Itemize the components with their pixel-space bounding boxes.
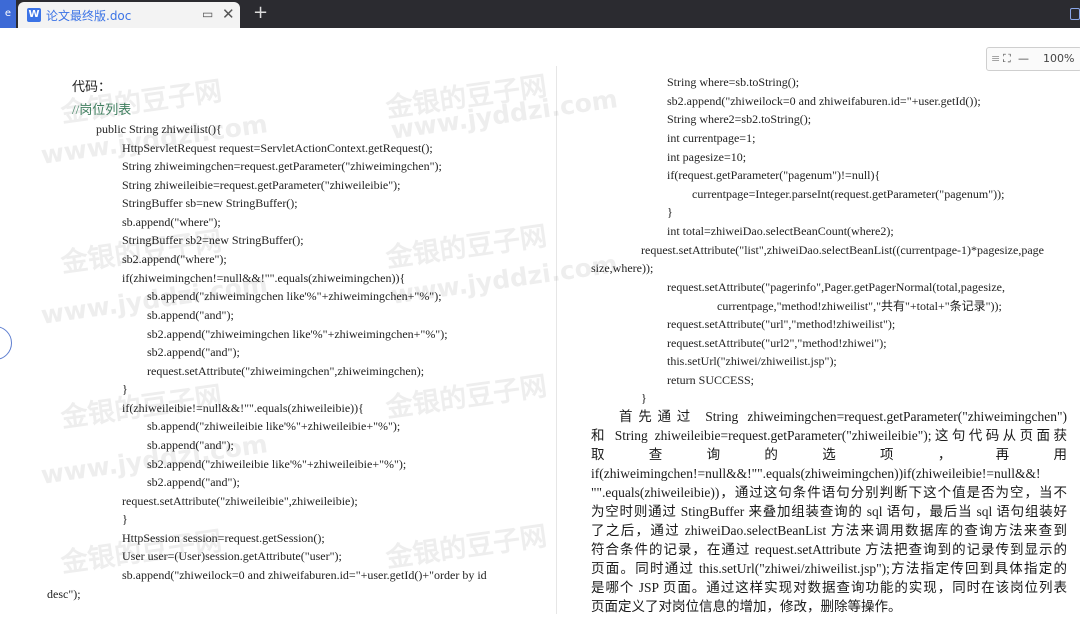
code-line: return SUCCESS;: [667, 373, 755, 387]
code-line: if(zhiweimingchen!=null&&!"".equals(zhiw…: [122, 271, 406, 285]
code-line: sb2.append("where");: [122, 252, 227, 266]
column-divider: [556, 66, 557, 614]
code-line: currentpage=Integer.parseInt(request.get…: [692, 187, 1005, 201]
paragraph-line: 是哪个 JSP 页面。通过这样实现对数据查询功能的实现，同时在该岗位列表: [591, 580, 1067, 595]
code-line: String where=sb.toString();: [667, 75, 800, 89]
code-line: sb2.append("and");: [147, 345, 240, 359]
code-line: sb2.append("zhiweileibie like'%"+zhiweil…: [147, 457, 407, 471]
app-icon: e: [4, 8, 12, 19]
code-comment: //岗位列表: [72, 102, 132, 117]
code-line: currentpage,"method!zhiweilist","共有"+tot…: [717, 299, 1002, 313]
code-line: StringBuffer sb=new StringBuffer();: [122, 196, 298, 210]
code-line: if(zhiweileibie!=null&&!"".equals(zhiwei…: [122, 401, 364, 415]
word-doc-icon: W: [27, 8, 41, 22]
paragraph-line: 符合条件的记录，在通过 request.setAttribute 方法把查询到的…: [591, 542, 1067, 557]
code-line: sb2.append("zhiweimingchen like'%"+zhiwe…: [147, 327, 448, 341]
side-panel-toggle-icon[interactable]: [0, 326, 12, 360]
watermark-brand: 金银的豆子网: [384, 70, 549, 125]
code-line: HttpServletRequest request=ServletAction…: [122, 141, 433, 155]
paragraph-line: 和 String zhiweileibie=request.getParamet…: [591, 428, 1067, 443]
code-line: sb2.append("and");: [147, 475, 240, 489]
code-line: this.setUrl("zhiwei/zhiweilist.jsp");: [667, 354, 837, 368]
code-line: desc");: [47, 587, 81, 601]
code-line: if(request.getParameter("pagenum")!=null…: [667, 168, 881, 182]
zoom-out-button[interactable]: —: [1018, 52, 1029, 65]
paragraph-line: 取 查 询 的 选 项 ， 再 用: [591, 447, 1067, 462]
tab-bar: e W 论文最终版.doc ▭ ✕ +: [0, 0, 1080, 28]
paragraph-line: if(zhiweimingchen!=null&&!"".equals(zhiw…: [591, 466, 1041, 481]
code-line: String where2=sb2.toString();: [667, 112, 812, 126]
code-line: request.setAttribute("zhiweimingchen",zh…: [147, 364, 425, 378]
tab-document[interactable]: W 论文最终版.doc ▭ ✕: [18, 2, 240, 28]
zoom-control: ≡ ⛶ — 100%: [986, 47, 1080, 71]
code-line: sb.append("zhiweileibie like'%"+zhiweile…: [147, 419, 401, 433]
app-menu-button[interactable]: e: [0, 0, 16, 28]
code-line: sb.append("and");: [147, 308, 234, 322]
paragraph-line: "".equals(zhiweileibie))，通过这句条件语句分别判断下这个…: [591, 485, 1067, 500]
paragraph-line: 页面定义了对岗位信息的增加，修改，删除等操作。: [591, 599, 902, 614]
paragraph-line: 首先通过 String zhiweimingchen=request.getPa…: [619, 409, 1067, 424]
code-line: String zhiweimingchen=request.getParamet…: [122, 159, 442, 173]
code-line: sb2.append("zhiweilock=0 and zhiweifabur…: [667, 94, 981, 108]
new-tab-button[interactable]: +: [253, 2, 268, 23]
paragraph-line: 为空时则通过 StingBuffer 来叠加组装查询的 sql 语句，最后当 s…: [591, 504, 1067, 519]
code-line: sb.append("zhiweilock=0 and zhiweifabure…: [122, 568, 487, 582]
code-line: sb.append("zhiweimingchen like'%"+zhiwei…: [147, 289, 442, 303]
code-line: request.setAttribute("list",zhiweiDao.se…: [641, 243, 1044, 257]
code-line: request.setAttribute("url2","method!zhiw…: [667, 336, 887, 350]
code-line: }: [641, 391, 647, 405]
code-line: User user=(User)session.getAttribute("us…: [122, 549, 342, 563]
code-line: request.setAttribute("url","method!zhiwe…: [667, 317, 896, 331]
restore-window-icon[interactable]: ▭: [202, 7, 213, 21]
code-label: 代码：: [72, 79, 112, 94]
code-line: request.setAttribute("zhiweileibie",zhiw…: [122, 494, 358, 508]
code-line: size,where));: [591, 261, 654, 275]
code-line: sb.append("and");: [147, 438, 234, 452]
watermark-brand: 金银的豆子网: [384, 520, 549, 575]
code-line: StringBuffer sb2=new StringBuffer();: [122, 233, 304, 247]
watermark-url: www.jyddzi.com: [389, 84, 620, 145]
watermark-brand: 金银的豆子网: [384, 220, 549, 275]
window-control-icon[interactable]: [1070, 8, 1080, 20]
code-line: String zhiweileibie=request.getParameter…: [122, 178, 401, 192]
code-line: sb.append("where");: [122, 215, 221, 229]
explanation-paragraph: 首先通过 String zhiweimingchen=request.getPa…: [591, 407, 1067, 616]
code-line: public String zhiweilist(){: [96, 122, 222, 136]
code-line: request.setAttribute("pagerinfo",Pager.g…: [667, 280, 1006, 294]
paragraph-line: 页面。同时通过 this.setUrl("zhiwei/zhiweilist.j…: [591, 561, 1067, 576]
code-line: }: [122, 512, 128, 526]
zoom-level[interactable]: 100%: [1043, 52, 1074, 65]
code-line: }: [667, 205, 673, 219]
code-line: int currentpage=1;: [667, 131, 756, 145]
drag-handle-icon[interactable]: ≡: [991, 52, 1000, 65]
code-line: int total=zhiweiDao.selectBeanCount(wher…: [667, 224, 894, 238]
fit-page-icon[interactable]: ⛶: [1003, 52, 1011, 66]
paragraph-line: 了之后，通过 zhiweiDao.selectBeanList 方法来调用数据库…: [591, 523, 1067, 538]
tab-title: 论文最终版.doc: [46, 9, 132, 23]
code-line: HttpSession session=request.getSession()…: [122, 531, 325, 545]
code-line: int pagesize=10;: [667, 150, 747, 164]
close-tab-icon[interactable]: ✕: [222, 5, 235, 23]
code-line: }: [122, 382, 128, 396]
